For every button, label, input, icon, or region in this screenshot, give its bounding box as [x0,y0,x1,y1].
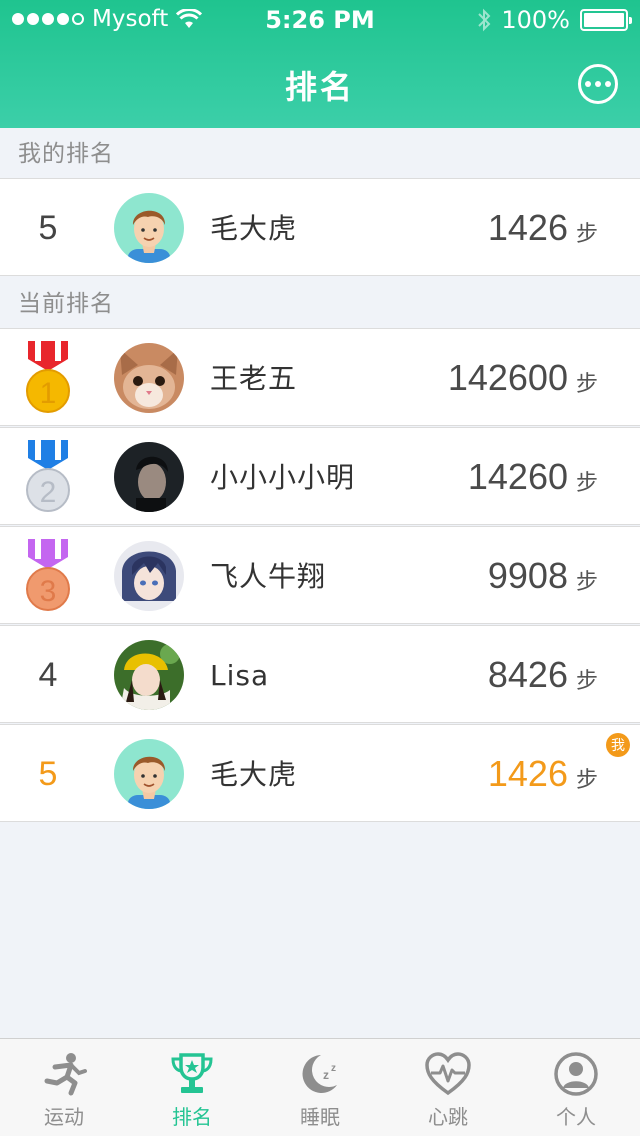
step-count: 8426 步 [488,626,598,724]
steps-unit: 步 [575,471,598,496]
steps-unit: 步 [575,768,598,793]
steps-value: 1426 [487,207,568,248]
rank-row-3[interactable]: 3 飞人牛翔 9908 步 [0,526,640,624]
medal-rank: 2 [40,476,57,509]
steps-value: 142600 [447,357,568,398]
avatar [114,343,184,413]
user-circle-icon [554,1052,598,1096]
battery-icon [580,9,632,31]
bronze-medal-icon: 3 [26,539,70,611]
rank-row-5-me[interactable]: 5 毛大虎 1426 步 我 [0,724,640,822]
steps-unit: 步 [575,222,598,247]
user-name: 飞人牛翔 [210,560,327,593]
trophy-icon [171,1053,213,1093]
tab-label: 排名 [172,1105,212,1129]
more-options-button[interactable] [578,64,618,104]
battery-percent: 100% [501,6,570,34]
tab-label: 运动 [44,1105,84,1129]
svg-text:z: z [331,1063,336,1074]
page-title: 排名 [284,68,355,106]
steps-unit: 步 [575,570,598,595]
my-rank-row[interactable]: 5 毛大虎 1426 步 [0,178,640,276]
step-count: 9908 步 [488,527,598,625]
avatar [114,442,184,512]
medal-rank: 3 [40,575,57,608]
user-name: Lisa [210,659,270,692]
user-name: 毛大虎 [210,212,298,245]
tab-profile[interactable]: 个人 [512,1039,640,1136]
user-name: 小小小小明 [210,461,356,494]
tab-bar: 运动 排名 z z 睡眠 心跳 个人 [0,1038,640,1136]
steps-value: 14260 [467,456,568,497]
gold-medal-icon: 1 [26,341,70,413]
more-horizontal-circle-icon [585,81,591,87]
my-rank-header: 我的排名 [18,141,114,167]
silver-medal-icon: 2 [26,440,70,512]
tab-sleep[interactable]: z z 睡眠 [256,1039,384,1136]
steps-value: 1426 [487,753,568,794]
step-count: 1426 步 [488,725,598,823]
tab-label: 睡眠 [300,1105,340,1129]
avatar [114,739,184,809]
step-count: 1426 步 [488,179,598,277]
step-count: 142600 步 [448,329,598,427]
rank-row-4[interactable]: 4 Lisa 8426 步 [0,625,640,723]
heartbeat-icon [425,1052,471,1096]
top-bar: Mysoft 5:26 PM 100% 排名 [0,0,640,128]
avatar [114,541,184,611]
current-rank-header: 当前排名 [18,291,114,317]
rank-number: 5 [38,754,58,793]
status-bar: Mysoft 5:26 PM 100% [0,0,640,40]
girl-photo-avatar [114,640,184,710]
avatar [114,640,184,710]
running-icon [44,1053,87,1096]
moon-zzz-icon: z z [302,1055,337,1093]
avatar [114,193,184,263]
rank-row-1[interactable]: 1 王老五 142600 步 [0,328,640,426]
anime-avatar [114,541,184,611]
steps-unit: 步 [575,372,598,397]
tab-ranking[interactable]: 排名 [128,1039,256,1136]
bluetooth-icon [478,8,491,32]
cartoon-boy-avatar [114,193,184,263]
steps-value: 9908 [487,555,568,596]
me-badge: 我 [606,733,630,757]
rank-number: 4 [38,655,58,694]
rank-number: 5 [38,208,58,247]
user-name: 王老五 [210,362,298,395]
svg-text:z: z [323,1068,329,1082]
user-name: 毛大虎 [210,758,298,791]
man-photo-avatar [114,442,184,512]
step-count: 14260 步 [468,428,598,526]
tab-label: 心跳 [428,1105,468,1129]
cartoon-boy-avatar [114,739,184,809]
steps-value: 8426 [487,654,568,695]
tab-exercise[interactable]: 运动 [0,1039,128,1136]
tab-heartbeat[interactable]: 心跳 [384,1039,512,1136]
cat-avatar [114,343,184,413]
steps-unit: 步 [575,669,598,694]
medal-rank: 1 [40,377,57,410]
rank-row-2[interactable]: 2 小小小小明 14260 步 [0,427,640,525]
tab-label: 个人 [556,1105,596,1129]
